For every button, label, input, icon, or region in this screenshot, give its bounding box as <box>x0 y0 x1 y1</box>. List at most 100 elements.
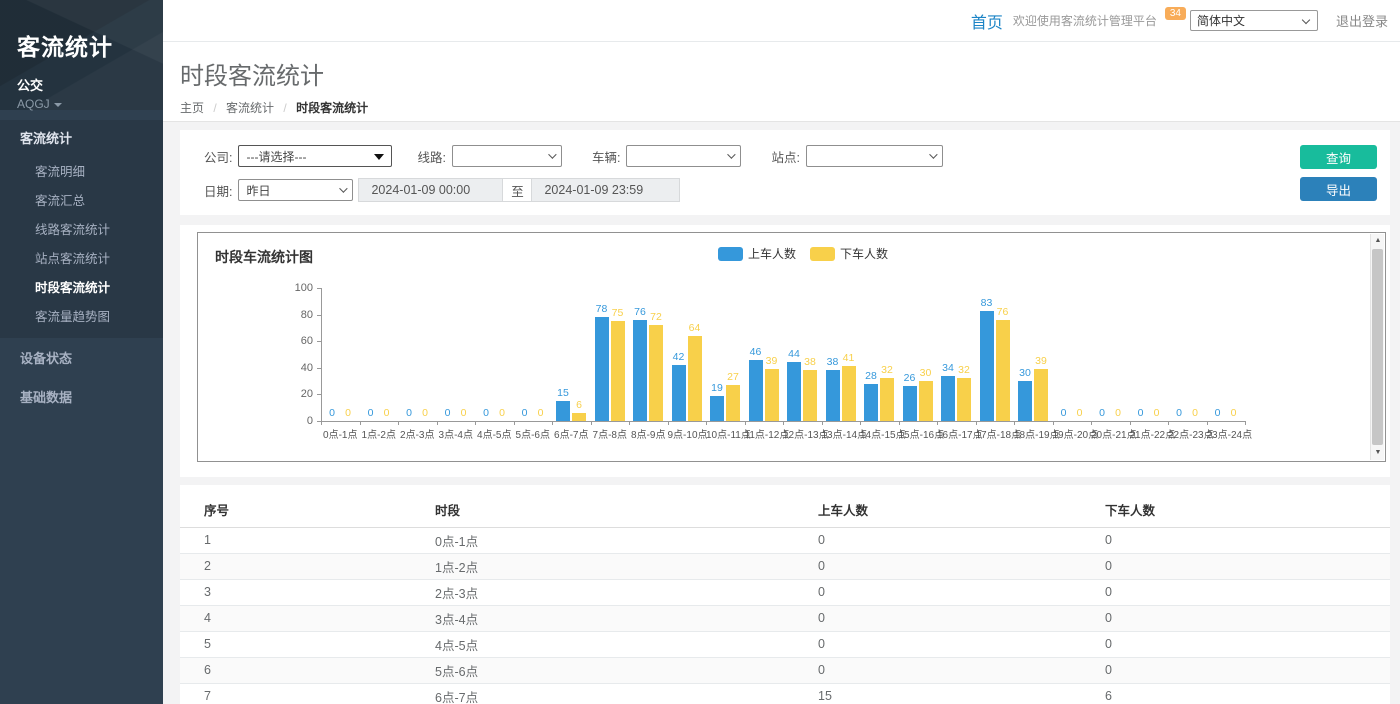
table-cell: 0 <box>1105 605 1390 631</box>
bar-value-label: 32 <box>949 364 979 376</box>
x-axis-tick <box>1053 421 1054 425</box>
chart-bar[interactable] <box>919 381 933 421</box>
chart-bar[interactable] <box>688 336 702 421</box>
language-value: 简体中文 <box>1197 12 1245 29</box>
chart-bar[interactable] <box>595 317 609 421</box>
date-preset-select[interactable]: 昨日 <box>238 179 353 201</box>
sidebar-item-base-data[interactable]: 基础数据 <box>0 377 163 416</box>
query-button[interactable]: 查询 <box>1300 145 1377 169</box>
company-label: 公司: <box>204 147 232 166</box>
chart-bar[interactable] <box>710 396 724 421</box>
station-select[interactable] <box>806 145 943 167</box>
chart-bar[interactable] <box>1018 381 1032 421</box>
y-axis-tick <box>317 288 321 289</box>
chart-bar[interactable] <box>980 311 994 421</box>
table-cell: 6 <box>180 657 435 683</box>
vehicle-select[interactable] <box>626 145 741 167</box>
x-axis-tick <box>1207 421 1208 425</box>
user-menu[interactable]: AQGJ <box>17 97 163 111</box>
x-axis-tick <box>976 421 977 425</box>
chart-bar[interactable] <box>649 325 663 421</box>
date-end-input[interactable]: 2024-01-09 23:59 <box>531 178 680 202</box>
sidebar-nav: 客流统计 客流明细 客流汇总 线路客流统计 站点客流统计 时段客流统计 客流量趋… <box>0 120 163 416</box>
x-axis-category-label: 21点-22点 <box>1130 426 1169 441</box>
table-cell: 4点-5点 <box>435 631 818 657</box>
x-axis-category-label: 16点-17点 <box>937 426 976 441</box>
x-axis-tick <box>899 421 900 425</box>
x-axis-category-label: 19点-20点 <box>1053 426 1092 441</box>
chart-bar[interactable] <box>803 370 817 421</box>
x-axis-tick <box>706 421 707 425</box>
table-cell: 4 <box>180 605 435 631</box>
chart-bar[interactable] <box>672 365 686 421</box>
vehicle-label: 车辆: <box>592 147 620 166</box>
chart-bar[interactable] <box>572 413 586 421</box>
scrollbar-thumb[interactable] <box>1372 249 1383 445</box>
x-axis-tick <box>1130 421 1131 425</box>
table-cell: 0 <box>1105 579 1390 605</box>
scroll-down-arrow-icon[interactable]: ▼ <box>1371 446 1385 460</box>
chart-bar[interactable] <box>1034 369 1048 421</box>
chart-bar[interactable] <box>726 385 740 421</box>
chart-bar[interactable] <box>957 378 971 421</box>
chart-bar[interactable] <box>996 320 1010 421</box>
home-link[interactable]: 首页 <box>971 9 1003 33</box>
date-start-input[interactable]: 2024-01-09 00:00 <box>358 178 503 202</box>
chart-bar[interactable] <box>787 362 801 421</box>
chart-bar[interactable] <box>880 378 894 421</box>
scroll-up-arrow-icon[interactable]: ▲ <box>1371 234 1385 248</box>
x-axis-category-label: 0点-1点 <box>321 426 360 441</box>
table-header-cell: 序号 <box>180 493 435 527</box>
sidebar-item-passenger-detail[interactable]: 客流明细 <box>0 156 163 185</box>
table-header-cell: 上车人数 <box>818 493 1105 527</box>
x-axis-category-label: 15点-16点 <box>899 426 938 441</box>
x-axis-tick <box>860 421 861 425</box>
export-button[interactable]: 导出 <box>1300 177 1377 201</box>
x-axis-category-label: 7点-8点 <box>591 426 630 441</box>
chart-bar[interactable] <box>765 369 779 421</box>
logout-link[interactable]: 退出登录 <box>1336 11 1388 30</box>
chart-bar[interactable] <box>842 366 856 421</box>
breadcrumb-section[interactable]: 客流统计 <box>226 101 274 115</box>
chart-scrollbar[interactable]: ▲ ▼ <box>1370 234 1384 460</box>
chart-bar[interactable] <box>749 360 763 421</box>
sidebar-item-period-stats[interactable]: 时段客流统计 <box>0 272 163 301</box>
x-axis-category-label: 13点-14点 <box>822 426 861 441</box>
x-axis-tick <box>822 421 823 425</box>
table-cell: 7 <box>180 683 435 704</box>
table-body: 10点-1点0021点-2点0032点-3点0043点-4点0054点-5点00… <box>180 527 1390 704</box>
language-select[interactable]: 简体中文 <box>1190 10 1318 31</box>
x-axis-tick <box>437 421 438 425</box>
sidebar: 客流统计 公交 AQGJ 客流统计 客流明细 客流汇总 线路客流统计 站点客流统… <box>0 0 163 704</box>
chart-bar[interactable] <box>903 386 917 421</box>
sidebar-item-route-stats[interactable]: 线路客流统计 <box>0 214 163 243</box>
sidebar-item-station-stats[interactable]: 站点客流统计 <box>0 243 163 272</box>
app-logo-title: 客流统计 <box>17 28 163 62</box>
page-title: 时段客流统计 <box>180 56 1400 91</box>
x-axis-category-label: 22点-23点 <box>1168 426 1207 441</box>
sidebar-item-passenger-stats[interactable]: 客流统计 <box>0 120 163 154</box>
table-cell: 0 <box>1105 527 1390 553</box>
breadcrumb-home[interactable]: 主页 <box>180 101 204 115</box>
line-select[interactable] <box>452 145 562 167</box>
table-row: 76点-7点156 <box>180 683 1390 704</box>
x-axis-category-label: 23点-24点 <box>1207 426 1246 441</box>
y-axis-tick <box>317 341 321 342</box>
company-select[interactable]: ---请选择--- <box>238 145 392 167</box>
sidebar-item-trend-chart[interactable]: 客流量趋势图 <box>0 301 163 330</box>
page-heading: 时段客流统计 主页 / 客流统计 / 时段客流统计 <box>163 42 1400 122</box>
sidebar-item-device-status[interactable]: 设备状态 <box>0 338 163 377</box>
bar-value-label: 6 <box>564 399 594 411</box>
x-axis-tick <box>552 421 553 425</box>
chart-bar[interactable] <box>611 321 625 421</box>
table-row: 65点-6点00 <box>180 657 1390 683</box>
period-stats-table: 序号时段上车人数下车人数 10点-1点0021点-2点0032点-3点0043点… <box>180 493 1390 704</box>
table-row: 21点-2点00 <box>180 553 1390 579</box>
chart-bar[interactable] <box>826 370 840 421</box>
table-cell: 0 <box>818 631 1105 657</box>
x-axis-category-label: 10点-11点 <box>706 426 745 441</box>
chart-bar[interactable] <box>864 384 878 421</box>
sidebar-item-passenger-summary[interactable]: 客流汇总 <box>0 185 163 214</box>
chart-bar[interactable] <box>941 376 955 421</box>
chart-bar[interactable] <box>633 320 647 421</box>
